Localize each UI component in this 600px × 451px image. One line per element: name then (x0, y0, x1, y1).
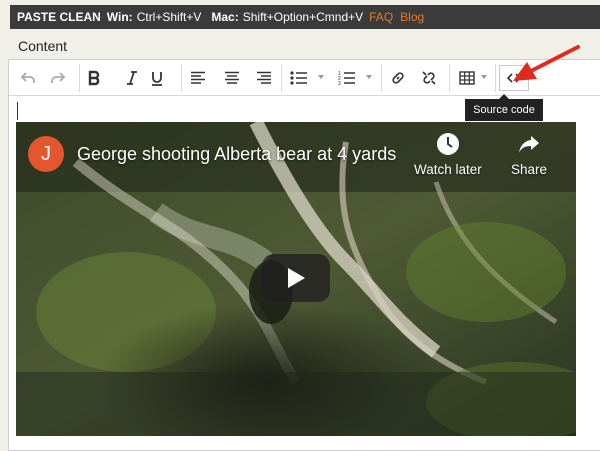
watch-later-button[interactable]: Watch later (414, 132, 482, 177)
share-label: Share (511, 162, 548, 177)
table-icon (459, 71, 475, 85)
mac-label: Mac: (211, 10, 239, 24)
numbered-list-dropdown-caret[interactable] (366, 75, 372, 79)
toolbar-divider (495, 64, 496, 92)
redo-icon (51, 72, 66, 83)
win-label: Win: (106, 10, 133, 24)
numbered-list-icon: 123 (338, 71, 355, 86)
share-icon (519, 136, 540, 153)
svg-text:3: 3 (338, 81, 341, 86)
blog-link[interactable]: Blog (400, 10, 424, 24)
video-title-row: J George shooting Alberta bear at 4 yard… (28, 136, 396, 172)
link-icon (392, 72, 404, 84)
numbered-list-button[interactable]: 123 (335, 65, 359, 91)
toolbar-divider (381, 64, 382, 92)
insert-table-button[interactable] (455, 65, 479, 91)
red-arrow-annotation (513, 45, 580, 81)
play-icon (288, 268, 305, 288)
align-right-icon (257, 71, 271, 84)
brand-label: PASTE CLEAN (17, 10, 101, 24)
text-cursor (17, 102, 18, 120)
italic-icon (127, 71, 137, 85)
faq-link[interactable]: FAQ (369, 10, 393, 24)
undo-button[interactable] (17, 65, 39, 91)
paste-clean-bar: PASTE CLEAN Win: Ctrl+Shift+V Mac: Shift… (10, 5, 600, 29)
remove-link-button[interactable] (413, 65, 445, 91)
bullet-list-button[interactable] (287, 65, 311, 91)
bullet-list-dropdown-caret[interactable] (318, 75, 324, 79)
unlink-icon (422, 71, 436, 85)
embedded-youtube-video[interactable]: J George shooting Alberta bear at 4 yard… (16, 122, 576, 436)
bullet-list-icon (290, 71, 307, 85)
content-field-label: Content (18, 38, 68, 54)
align-center-icon (225, 71, 239, 84)
toolbar-divider (281, 64, 282, 92)
video-title[interactable]: George shooting Alberta bear at 4 yards (77, 144, 396, 165)
italic-button[interactable] (121, 65, 143, 91)
bold-icon (88, 70, 100, 86)
channel-avatar[interactable]: J (28, 136, 64, 172)
align-right-button[interactable] (249, 65, 279, 91)
redo-button[interactable] (47, 65, 69, 91)
undo-icon (20, 72, 35, 83)
play-button[interactable] (262, 254, 330, 302)
source-code-tooltip: Source code (465, 94, 543, 121)
mac-shortcut: Shift+Option+Cmnd+V (242, 10, 364, 24)
clock-icon (436, 133, 459, 155)
underline-button[interactable] (145, 65, 169, 91)
align-center-button[interactable] (215, 65, 249, 91)
watch-later-label: Watch later (414, 162, 482, 177)
underline-icon (152, 72, 162, 86)
toolbar-divider (79, 64, 80, 92)
table-dropdown-caret[interactable] (481, 75, 487, 79)
align-left-icon (191, 71, 205, 84)
align-left-button[interactable] (181, 65, 215, 91)
win-shortcut: Ctrl+Shift+V (136, 10, 202, 24)
toolbar-divider (449, 64, 450, 92)
share-button[interactable]: Share (511, 132, 547, 177)
bold-button[interactable] (83, 65, 105, 91)
insert-link-button[interactable] (383, 65, 413, 91)
